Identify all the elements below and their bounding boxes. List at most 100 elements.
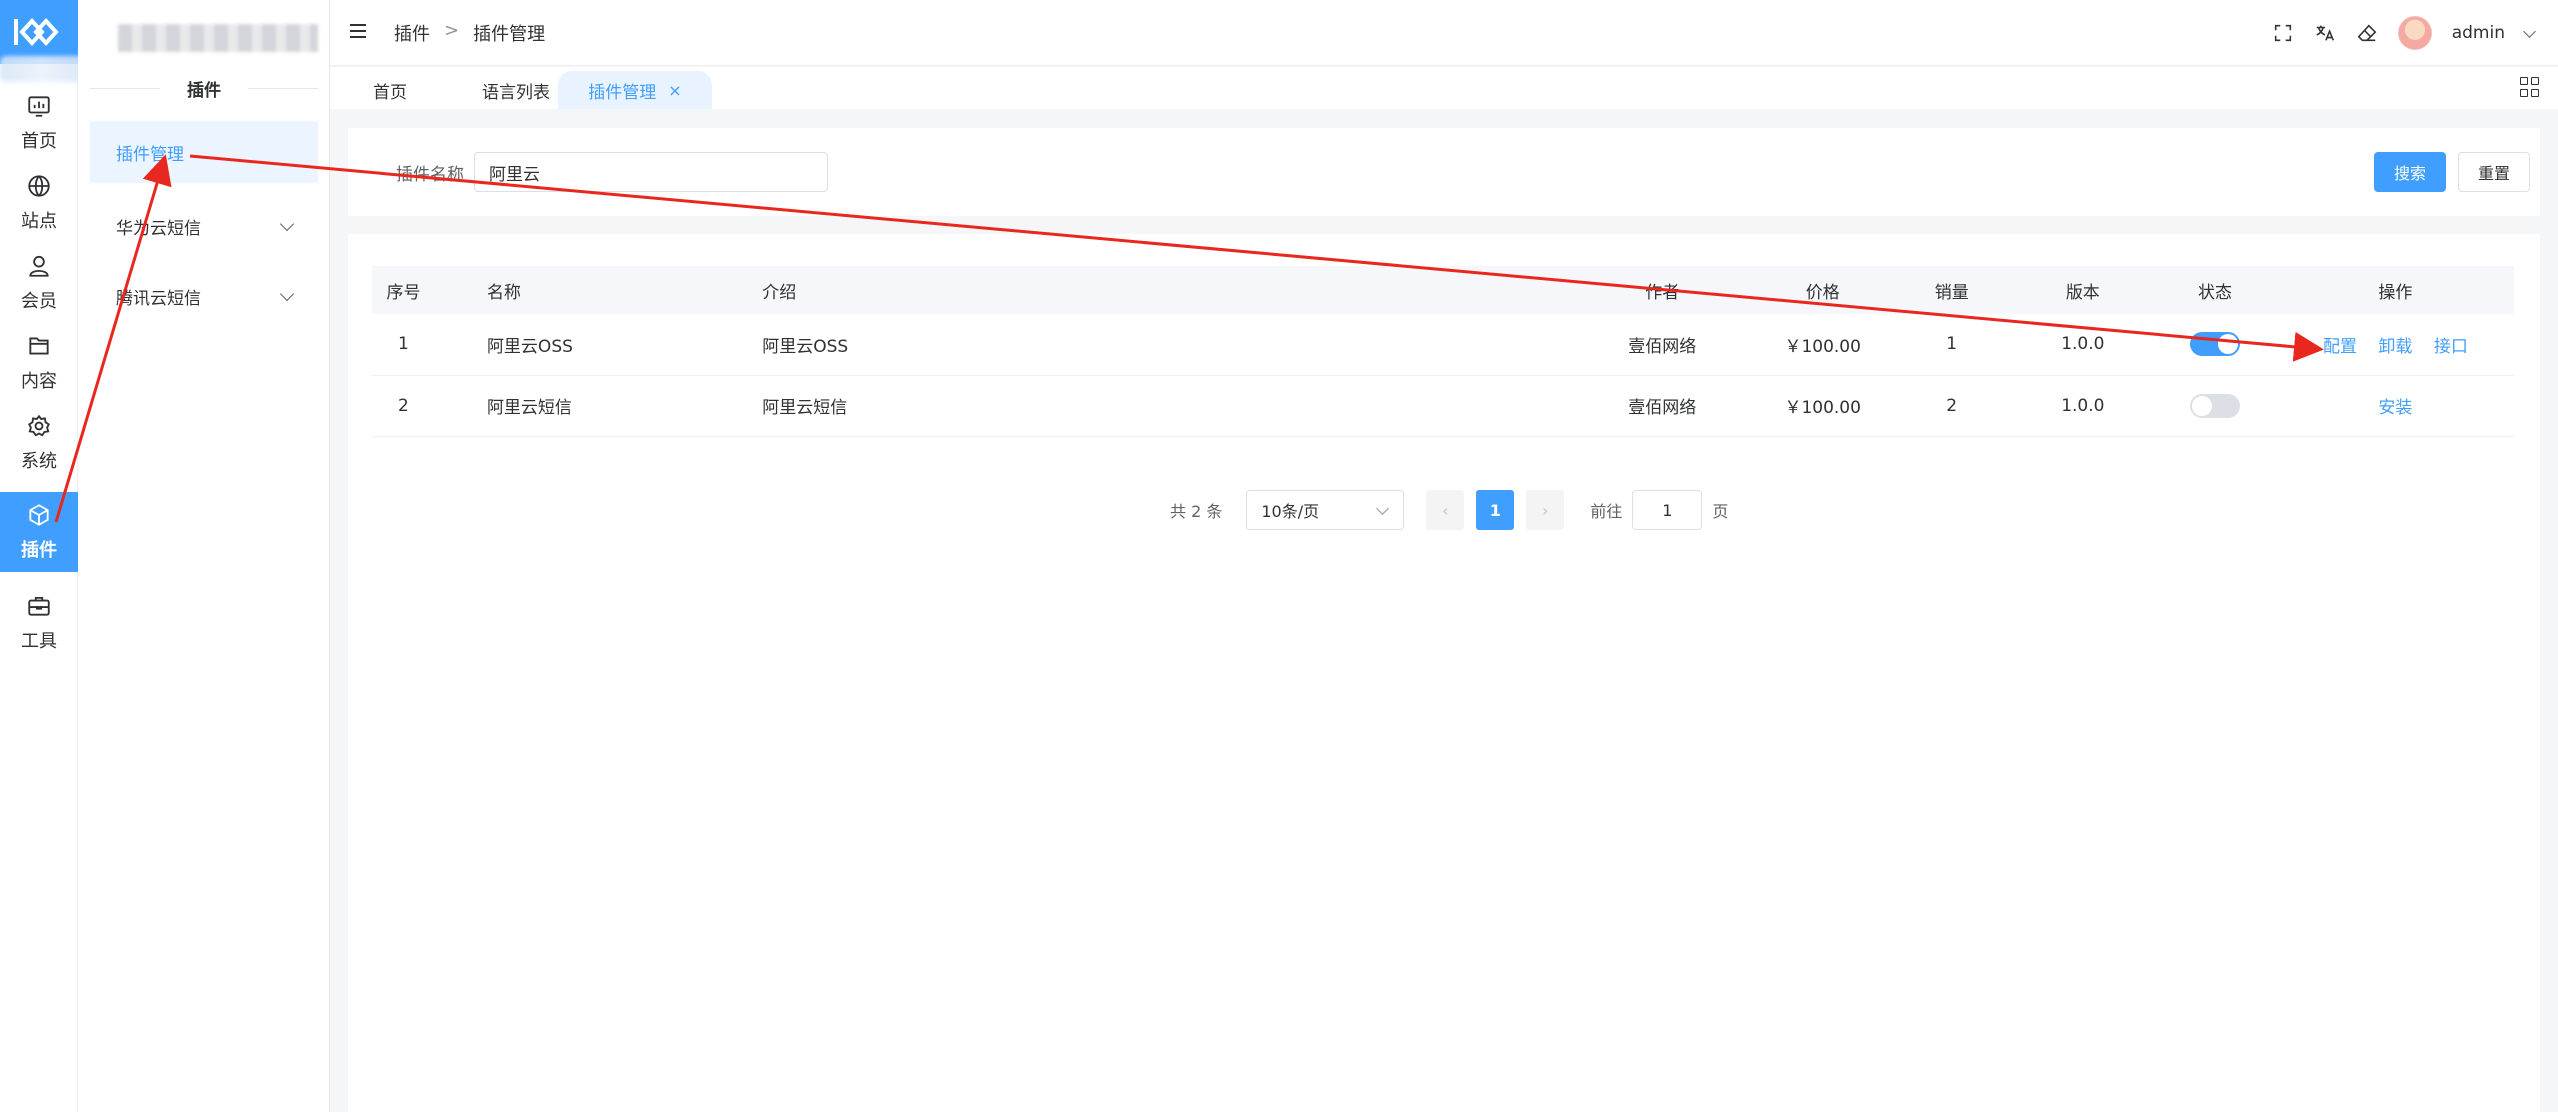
rail-item-home[interactable]: 首页 [0, 84, 78, 162]
submenu-panel: 插件 插件管理 华为云短信 腾讯云短信 [78, 0, 330, 1112]
cell-intro: 阿里云OSS [762, 336, 849, 357]
rail-item-tools[interactable]: 工具 [0, 584, 78, 662]
rail-item-site[interactable]: 站点 [0, 164, 78, 242]
user-icon [29, 255, 49, 277]
cell-sales: 1 [1946, 334, 1958, 355]
cell-intro: 阿里云短信 [762, 398, 848, 418]
goto-label: 前往 [1590, 502, 1623, 521]
pagination-total: 共 2 条 [1170, 502, 1223, 521]
rail-item-label: 工具 [21, 631, 57, 652]
grid-icon[interactable] [2520, 77, 2540, 97]
config-link[interactable]: 配置 [2323, 337, 2357, 357]
tab-home[interactable]: 首页 [330, 71, 450, 109]
column-header: 版本 [2065, 282, 2100, 303]
submenu-item-plugin-manage[interactable]: 插件管理 [90, 121, 318, 183]
search-form: 插件名称 搜索 重置 [348, 128, 2540, 216]
blurred-brand [0, 56, 84, 82]
menu-toggle-icon[interactable] [350, 24, 366, 38]
install-link[interactable]: 安装 [2378, 398, 2412, 418]
cell-index: 1 [398, 334, 409, 355]
close-icon[interactable]: × [668, 81, 681, 100]
cell-version: 1.0.0 [2061, 334, 2105, 355]
table-header-row: 序号 名称 介绍 作者 价格 销量 版本 状态 操作 [372, 266, 2514, 314]
rail-item-label: 内容 [21, 371, 57, 392]
plugin-name-label: 插件名称 [396, 165, 464, 185]
cell-author: 壹佰网络 [1628, 336, 1697, 357]
cell-name: 阿里云短信 [486, 398, 572, 418]
page-size-select[interactable]: 10条/页 [1246, 490, 1405, 530]
submenu-item-huawei-sms[interactable]: 华为云短信 [90, 195, 318, 257]
table-row: 1 阿里云OSS 阿里云OSS 壹佰网络 ￥100.00 1 1.0.0 配置 … [372, 314, 2514, 375]
cell-price: ￥100.00 [1784, 398, 1861, 418]
column-header: 序号 [386, 282, 421, 303]
breadcrumb: 插件 > 插件管理 [394, 20, 545, 46]
dashboard-icon [28, 96, 50, 117]
rail-item-content[interactable]: 内容 [0, 324, 78, 402]
next-page-button[interactable]: › [1526, 490, 1565, 530]
rail-item-label: 插件 [21, 540, 57, 561]
cell-sales: 2 [1946, 395, 1958, 416]
uninstall-link[interactable]: 卸载 [2378, 337, 2412, 357]
page-suffix: 页 [1712, 502, 1729, 521]
column-header: 作者 [1645, 282, 1680, 303]
avatar[interactable] [2397, 16, 2432, 50]
pagination: 共 2 条 10条/页 ‹ 1 › 前往 页 [1170, 490, 1728, 530]
status-toggle[interactable] [2189, 332, 2240, 357]
plugin-table: 序号 名称 介绍 作者 价格 销量 版本 状态 操作 1 阿里云OSS 阿里云O… [372, 266, 2514, 437]
toolbox-icon [28, 596, 50, 616]
user-name[interactable]: admin [2452, 23, 2505, 43]
top-header: 插件 > 插件管理 admin [330, 0, 2558, 66]
rail-item-member[interactable]: 会员 [0, 244, 78, 322]
header-actions: admin [2272, 16, 2558, 50]
cell-actions: 配置 卸载 接口 [2277, 314, 2514, 375]
column-header: 价格 [1805, 282, 1840, 303]
gear-icon [28, 414, 50, 437]
eraser-icon[interactable] [2356, 22, 2378, 44]
page-number-current[interactable]: 1 [1476, 490, 1515, 530]
folder-icon [29, 337, 49, 355]
plugin-name-input[interactable] [474, 152, 828, 192]
rail-item-label: 系统 [21, 451, 57, 472]
status-toggle[interactable] [2189, 393, 2240, 418]
cell-version: 1.0.0 [2061, 395, 2105, 416]
rail-item-label: 会员 [21, 291, 57, 312]
api-link[interactable]: 接口 [2434, 337, 2468, 357]
prev-page-button[interactable]: ‹ [1426, 490, 1465, 530]
cell-status [2153, 375, 2277, 436]
breadcrumb-item[interactable]: 插件 [394, 20, 430, 46]
chevron-down-icon [1376, 502, 1390, 515]
search-button[interactable]: 搜索 [2374, 152, 2446, 192]
column-header: 操作 [2378, 282, 2413, 303]
rail-item-label: 首页 [21, 131, 57, 152]
blurred-site-name [118, 24, 318, 52]
rail-item-system[interactable]: 系统 [0, 404, 78, 482]
breadcrumb-current: 插件管理 [473, 24, 546, 45]
column-header: 名称 [486, 282, 521, 303]
chevron-down-icon [279, 286, 295, 302]
tab-bar: 首页 语言列表 插件管理 × [330, 67, 2558, 109]
chevron-down-icon [279, 216, 295, 232]
breadcrumb-separator: > [444, 20, 460, 41]
globe-icon [28, 175, 50, 197]
cell-status [2153, 314, 2277, 375]
rail-item-label: 站点 [21, 211, 57, 232]
submenu-item-tencent-sms[interactable]: 腾讯云短信 [90, 265, 318, 327]
tab-plugin-manage[interactable]: 插件管理 × [558, 71, 712, 109]
app-logo[interactable] [0, 0, 78, 64]
cell-name: 阿里云OSS [486, 336, 573, 357]
cube-icon [29, 504, 49, 526]
column-header: 介绍 [762, 282, 797, 303]
logo-icon [14, 18, 59, 46]
goto-page-input[interactable] [1632, 490, 1703, 530]
chevron-down-icon[interactable] [2523, 24, 2536, 38]
column-header: 销量 [1934, 282, 1969, 303]
cell-author: 壹佰网络 [1628, 398, 1697, 418]
rail-item-plugin[interactable]: 插件 [0, 492, 78, 572]
cell-index: 2 [398, 395, 409, 416]
submenu-heading: 插件 [78, 72, 330, 104]
translate-icon[interactable] [2314, 22, 2336, 44]
column-header: 状态 [2197, 282, 2232, 303]
fullscreen-icon[interactable] [2272, 22, 2294, 44]
icon-rail: 首页 站点 会员 内容 系统 插件 工具 [0, 0, 84, 1112]
reset-button[interactable]: 重置 [2458, 152, 2530, 192]
